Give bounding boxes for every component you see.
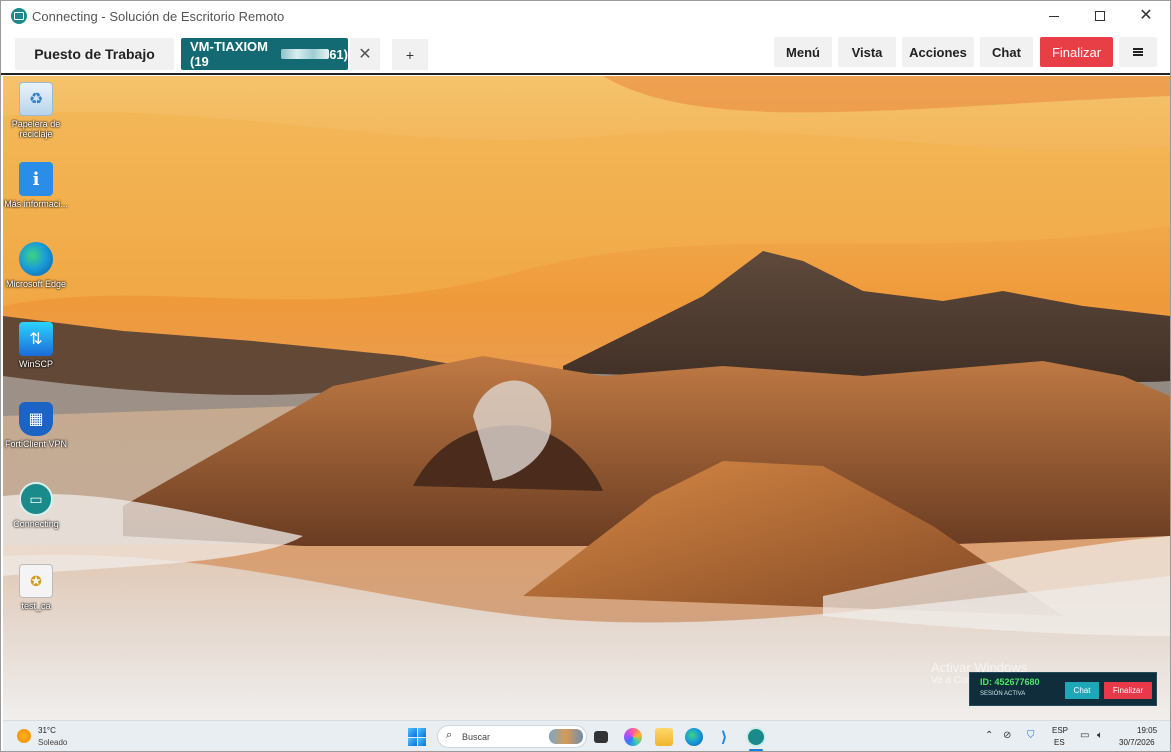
desktop-icon-label: test_ca: [21, 601, 51, 611]
info-image-icon: [19, 162, 53, 196]
tab-vm-label-suffix: 61): [329, 46, 348, 62]
file-explorer-icon[interactable]: [655, 728, 673, 746]
sun-icon[interactable]: [17, 729, 31, 743]
session-toolbar: Puesto de Trabajo VM-TIAXIOM (19 61) ✕ + …: [1, 31, 1170, 75]
edge-icon: [19, 242, 53, 276]
close-icon: ✕: [358, 46, 372, 63]
chat-button[interactable]: Chat: [980, 37, 1033, 67]
title-bar: Connecting - Solución de Escritorio Remo…: [1, 1, 1170, 31]
close-icon: ✕: [1139, 7, 1153, 24]
desktop-icon-label: Papelera de reciclaje: [11, 119, 61, 139]
remote-desktop-view[interactable]: Papelera de reciclaje Más informaci... M…: [3, 76, 1170, 720]
desktop-icon-recycle-bin[interactable]: Papelera de reciclaje: [3, 82, 69, 139]
end-session-button[interactable]: Finalizar: [1040, 37, 1113, 67]
connecting-icon: [19, 482, 53, 516]
forticlient-icon: [19, 402, 53, 436]
redacted-ip: [281, 49, 330, 59]
connecting-app-icon: [11, 8, 27, 24]
plus-icon: +: [405, 46, 415, 63]
close-window-button[interactable]: ✕: [1123, 1, 1169, 31]
remote-desktop-window: Connecting - Solución de Escritorio Remo…: [0, 0, 1171, 752]
desktop-icon-forticlient[interactable]: FortiClient VPN: [3, 402, 69, 449]
remote-taskbar: 31°C Soleado ⌕ Buscar ⟩ ⌃ ⊘ ⛉ ESP ES ▭ 🔈…: [3, 720, 1170, 751]
network-off-icon[interactable]: ⊘: [1003, 730, 1011, 741]
clock-date[interactable]: 30/7/2026: [1119, 738, 1155, 747]
edge-icon[interactable]: [685, 728, 703, 746]
weather-desc[interactable]: Soleado: [38, 738, 67, 747]
input-layout[interactable]: ES: [1054, 738, 1065, 747]
minimize-button[interactable]: [1031, 1, 1077, 31]
maximize-icon: [1095, 11, 1105, 21]
tab-vm-label: VM-TIAXIOM (19: [190, 39, 268, 69]
vscode-icon[interactable]: ⟩: [715, 728, 733, 746]
speaker-icon[interactable]: 🔈︎: [1097, 730, 1103, 741]
session-chat-button[interactable]: Chat: [1065, 682, 1099, 699]
actions-button[interactable]: Acciones: [902, 37, 974, 67]
search-highlight-image: [549, 729, 583, 744]
hamburger-menu-button[interactable]: [1119, 37, 1157, 67]
input-language[interactable]: ESP: [1052, 726, 1068, 735]
session-end-button[interactable]: Finalizar: [1104, 682, 1152, 699]
wallpaper-landscape: [3, 76, 1170, 720]
tab-vm-session[interactable]: VM-TIAXIOM (19 61): [181, 38, 348, 70]
desktop-icon-label: WinSCP: [18, 359, 53, 369]
session-panel: ID: 452677680 SESIÓN ACTIVA Chat Finaliz…: [969, 672, 1157, 706]
desktop-icon-connecting[interactable]: Connecting: [3, 482, 69, 529]
search-icon: ⌕: [446, 729, 453, 741]
recycle-bin-icon: [19, 82, 53, 116]
task-view-icon[interactable]: [594, 731, 608, 743]
certificate-icon: [19, 564, 53, 598]
desktop-icon-test-ca[interactable]: test_ca: [3, 564, 69, 611]
desktop-icon-label: Microsoft Edge: [5, 279, 67, 289]
display-icon[interactable]: ▭: [1080, 730, 1089, 741]
hamburger-icon: [1133, 48, 1143, 56]
connecting-icon[interactable]: [746, 727, 766, 747]
maximize-button[interactable]: [1077, 1, 1123, 31]
desktop-icon-winscp[interactable]: WinSCP: [3, 322, 69, 369]
view-button[interactable]: Vista: [838, 37, 896, 67]
tab-puesto-de-trabajo[interactable]: Puesto de Trabajo: [15, 38, 174, 70]
session-state: SESIÓN ACTIVA: [980, 691, 1026, 697]
session-id: ID: 452677680: [980, 677, 1040, 687]
desktop-icon-edge[interactable]: Microsoft Edge: [3, 242, 69, 289]
window-title: Connecting - Solución de Escritorio Remo…: [32, 9, 285, 24]
add-tab-button[interactable]: +: [392, 39, 428, 70]
search-placeholder: Buscar: [462, 732, 491, 742]
close-tab-button[interactable]: ✕: [350, 38, 380, 70]
desktop-icon-more-info[interactable]: Más informaci...: [3, 162, 69, 209]
desktop-icon-label: FortiClient VPN: [4, 439, 67, 449]
chevron-up-icon[interactable]: ⌃: [985, 730, 993, 741]
active-app-indicator: [749, 749, 763, 751]
shield-icon[interactable]: ⛉: [1027, 730, 1035, 741]
winscp-icon: [19, 322, 53, 356]
weather-temp[interactable]: 31°C: [38, 726, 56, 735]
desktop-icon-label: Connecting: [13, 519, 59, 529]
start-icon[interactable]: [408, 728, 426, 746]
copilot-icon[interactable]: [624, 728, 642, 746]
menu-button[interactable]: Menú: [774, 37, 832, 67]
taskbar-search[interactable]: ⌕ Buscar: [437, 725, 587, 748]
clock-time[interactable]: 19:05: [1137, 726, 1157, 735]
minimize-icon: [1049, 15, 1059, 17]
desktop-icon-label: Más informaci...: [4, 199, 68, 209]
